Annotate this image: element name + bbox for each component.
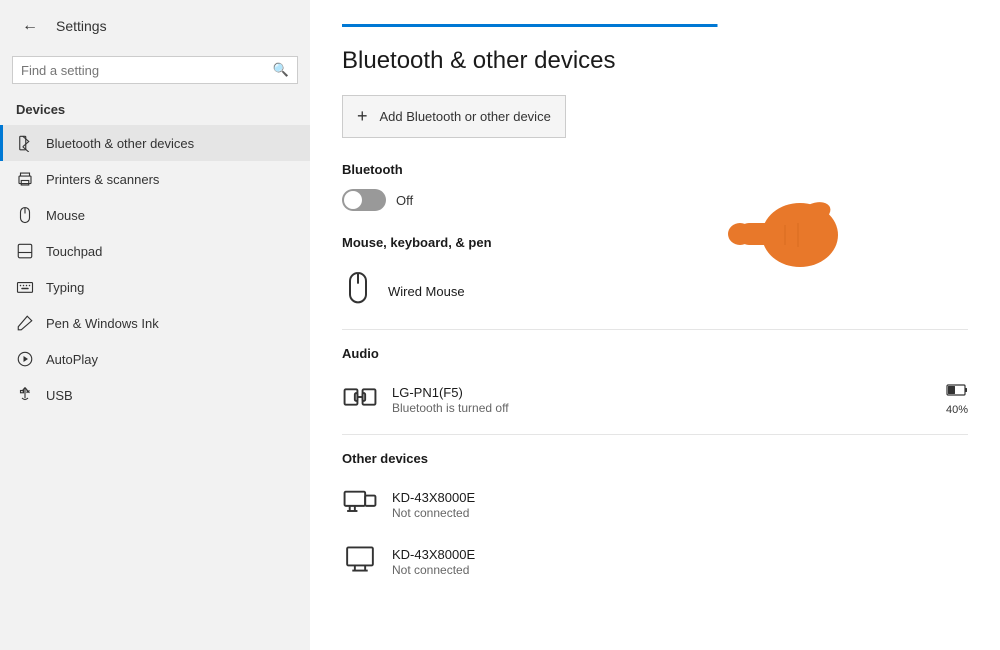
other-device-name-2: KD-43X8000E bbox=[392, 547, 968, 562]
audio-device-battery: 40% bbox=[946, 383, 968, 416]
battery-percentage: 40% bbox=[946, 404, 968, 416]
touchpad-icon bbox=[16, 242, 34, 260]
autoplay-icon bbox=[16, 350, 34, 368]
other-section-header: Other devices bbox=[342, 451, 968, 466]
back-button[interactable]: ← bbox=[16, 12, 44, 40]
mouse-icon bbox=[16, 206, 34, 224]
main-content: Bluetooth & other devices + Add Bluetoot… bbox=[310, 0, 1000, 650]
other-device-status-2: Not connected bbox=[392, 563, 968, 577]
sidebar-item-printers[interactable]: Printers & scanners bbox=[0, 161, 310, 197]
audio-section-header: Audio bbox=[342, 346, 968, 361]
other-device-name-1: KD-43X8000E bbox=[392, 490, 968, 505]
loading-bar bbox=[342, 24, 968, 27]
audio-device-name: LG-PN1(F5) bbox=[392, 385, 932, 400]
add-device-label: Add Bluetooth or other device bbox=[380, 109, 551, 124]
sidebar-header: ← Settings bbox=[0, 0, 310, 52]
other-device-info-1: KD-43X8000E Not connected bbox=[392, 490, 968, 520]
toggle-thumb bbox=[344, 191, 362, 209]
search-box[interactable]: 🔍 bbox=[12, 56, 298, 84]
other-device-info-2: KD-43X8000E Not connected bbox=[392, 547, 968, 577]
printers-icon bbox=[16, 170, 34, 188]
divider-1 bbox=[342, 329, 968, 330]
search-input[interactable] bbox=[21, 63, 267, 78]
sidebar: ← Settings 🔍 Devices Bluetooth & other d… bbox=[0, 0, 310, 650]
bluetooth-toggle-row: Off bbox=[342, 189, 968, 211]
audio-device-info: LG-PN1(F5) Bluetooth is turned off bbox=[392, 385, 932, 415]
mouse-device-item: Wired Mouse bbox=[342, 262, 968, 321]
audio-device-status: Bluetooth is turned off bbox=[392, 401, 932, 415]
other-device-item-2: KD-43X8000E Not connected bbox=[342, 535, 968, 588]
mouse-device-name: Wired Mouse bbox=[388, 284, 968, 299]
bluetooth-section-header: Bluetooth bbox=[342, 162, 968, 177]
mouse-device-info: Wired Mouse bbox=[388, 284, 968, 299]
sidebar-item-autoplay-label: AutoPlay bbox=[46, 352, 98, 367]
audio-device-icon bbox=[342, 381, 378, 418]
sidebar-item-typing-label: Typing bbox=[46, 280, 84, 295]
bluetooth-state-label: Off bbox=[396, 193, 413, 208]
typing-icon bbox=[16, 278, 34, 296]
sidebar-item-mouse-label: Mouse bbox=[46, 208, 85, 223]
page-title: Bluetooth & other devices bbox=[342, 47, 968, 75]
sidebar-item-bluetooth-label: Bluetooth & other devices bbox=[46, 136, 194, 151]
settings-title: Settings bbox=[56, 18, 107, 34]
search-icon: 🔍 bbox=[273, 62, 289, 78]
add-device-button[interactable]: + Add Bluetooth or other device bbox=[342, 95, 566, 138]
audio-device-item: LG-PN1(F5) Bluetooth is turned off 40% bbox=[342, 373, 968, 426]
sidebar-item-pen[interactable]: Pen & Windows Ink bbox=[0, 305, 310, 341]
sidebar-item-usb-label: USB bbox=[46, 388, 73, 403]
sidebar-item-typing[interactable]: Typing bbox=[0, 269, 310, 305]
mouse-section-header: Mouse, keyboard, & pen bbox=[342, 235, 968, 250]
devices-section-label: Devices bbox=[0, 96, 310, 125]
sidebar-item-bluetooth[interactable]: Bluetooth & other devices bbox=[0, 125, 310, 161]
bluetooth-icon bbox=[16, 134, 34, 152]
divider-2 bbox=[342, 434, 968, 435]
other-device-item-1: KD-43X8000E Not connected bbox=[342, 478, 968, 531]
usb-icon bbox=[16, 386, 34, 404]
other-device-icon-2 bbox=[342, 543, 378, 580]
pen-icon bbox=[16, 314, 34, 332]
sidebar-item-usb[interactable]: USB bbox=[0, 377, 310, 413]
bluetooth-toggle[interactable] bbox=[342, 189, 386, 211]
sidebar-item-touchpad[interactable]: Touchpad bbox=[0, 233, 310, 269]
sidebar-item-pen-label: Pen & Windows Ink bbox=[46, 316, 159, 331]
sidebar-item-touchpad-label: Touchpad bbox=[46, 244, 102, 259]
other-device-icon-1 bbox=[342, 486, 378, 523]
sidebar-item-mouse[interactable]: Mouse bbox=[0, 197, 310, 233]
wired-mouse-icon bbox=[342, 270, 374, 313]
sidebar-item-autoplay[interactable]: AutoPlay bbox=[0, 341, 310, 377]
other-device-status-1: Not connected bbox=[392, 506, 968, 520]
sidebar-item-printers-label: Printers & scanners bbox=[46, 172, 159, 187]
plus-icon: + bbox=[357, 106, 368, 127]
battery-icon bbox=[946, 383, 968, 402]
